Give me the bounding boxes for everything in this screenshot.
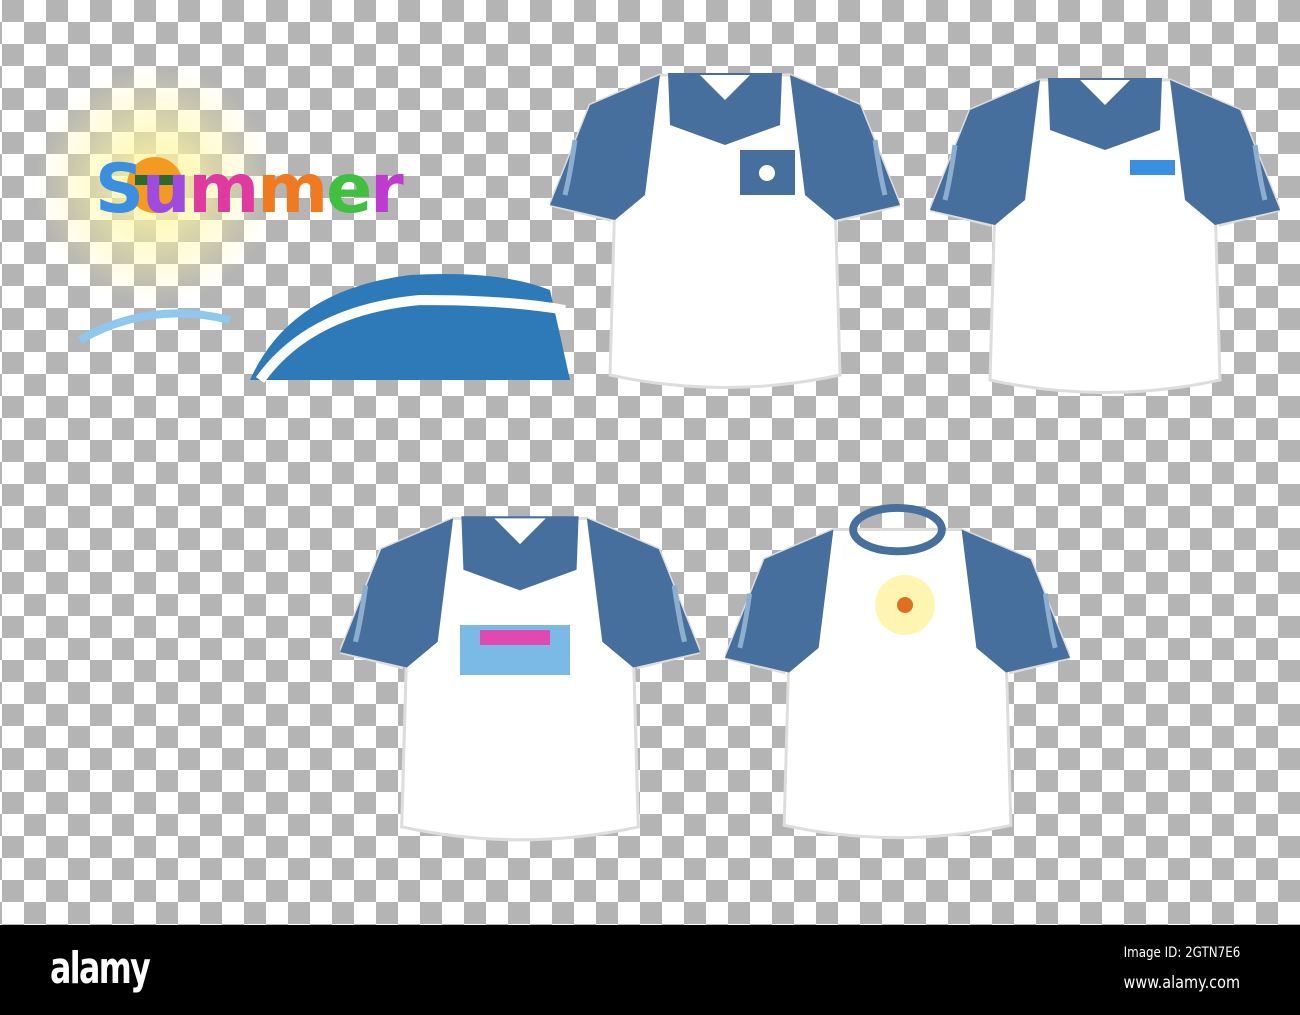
alamy-logo: alamy — [50, 943, 151, 994]
shirt-polo-summer-print — [340, 485, 700, 850]
image-id: Image ID: 2GTN7E6 — [1123, 945, 1240, 961]
shirt-polo-pocket — [550, 45, 900, 395]
shirt-crew-sun-print — [715, 500, 1080, 845]
site-url: www.alamy.com — [1123, 973, 1240, 993]
summer-title: Summer — [95, 150, 404, 229]
watermark-footer: alamy Image ID: 2GTN7E6 www.alamy.com — [0, 925, 1300, 1015]
shirt-polo-small-logo — [930, 50, 1280, 400]
